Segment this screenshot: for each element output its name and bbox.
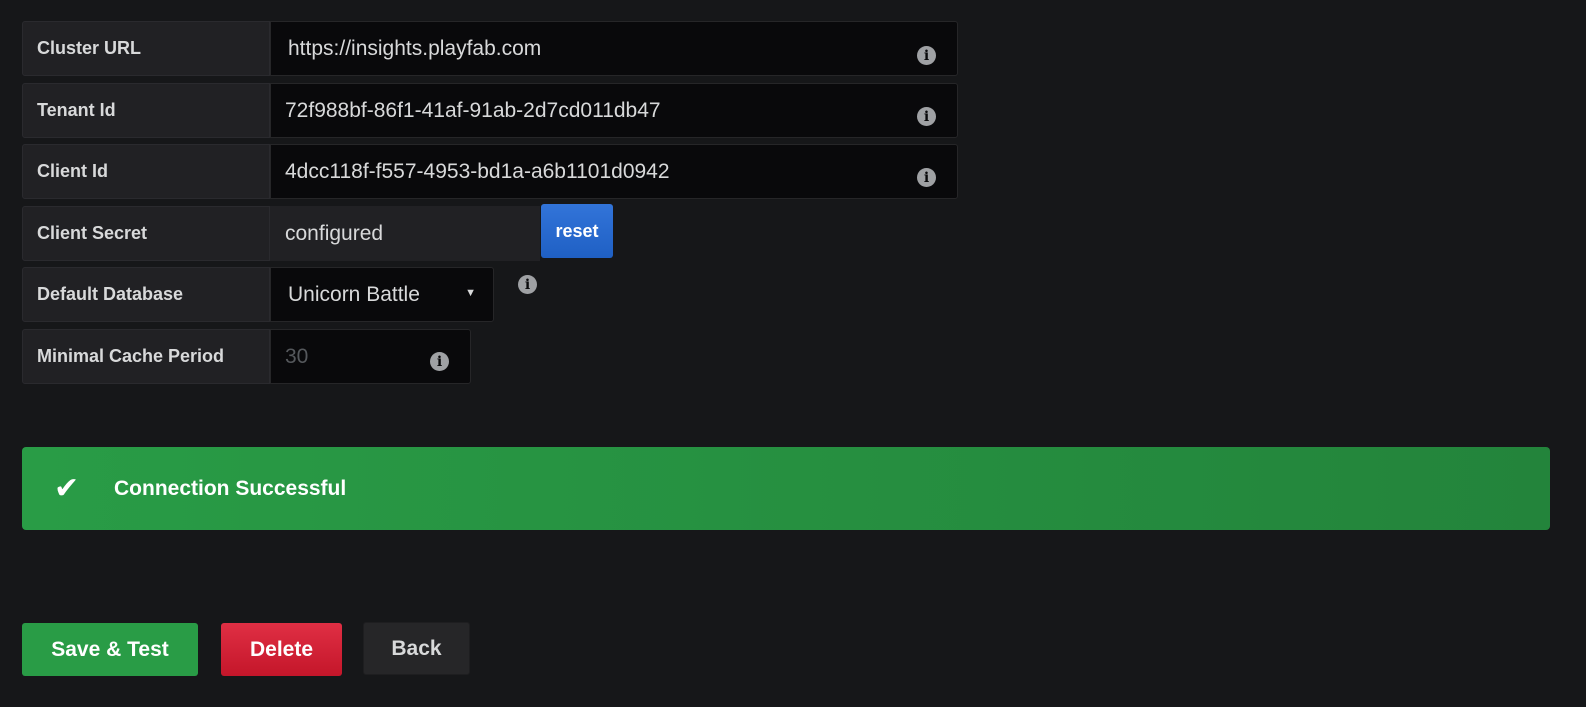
client-secret-input: configured — [270, 206, 540, 261]
client-secret-value: configured — [285, 221, 384, 245]
tenant-id-value: 72f988bf-86f1-41af-91ab-2d7cd011db47 — [285, 98, 661, 122]
delete-button[interactable]: Delete — [221, 623, 342, 676]
default-database-label: Default Database — [22, 267, 270, 322]
info-icon[interactable]: i — [518, 275, 537, 294]
caret-down-icon: ▼ — [465, 287, 476, 299]
info-icon[interactable]: i — [430, 352, 449, 371]
client-id-row: Client Id 4dcc118f-f557-4953-bd1a-a6b110… — [22, 144, 958, 199]
client-id-value: 4dcc118f-f557-4953-bd1a-a6b1101d0942 — [285, 159, 670, 183]
save-test-button[interactable]: Save & Test — [22, 623, 198, 676]
tenant-id-row: Tenant Id 72f988bf-86f1-41af-91ab-2d7cd0… — [22, 83, 958, 138]
min-cache-period-placeholder: 30 — [285, 344, 309, 368]
default-database-select[interactable]: Unicorn Battle ▼ — [270, 267, 494, 322]
min-cache-period-row: Minimal Cache Period 30 i — [22, 329, 471, 384]
min-cache-period-label: Minimal Cache Period — [22, 329, 270, 384]
default-database-row: Default Database Unicorn Battle ▼ — [22, 267, 494, 322]
info-icon[interactable]: i — [917, 168, 936, 187]
min-cache-period-input[interactable]: 30 i — [270, 329, 471, 384]
client-secret-label: Client Secret — [22, 206, 270, 261]
cluster-url-row: Cluster URL https://insights.playfab.com… — [22, 21, 958, 76]
cluster-url-input[interactable]: https://insights.playfab.com i — [270, 21, 958, 76]
check-icon: ✔ — [54, 472, 80, 505]
cluster-url-value: https://insights.playfab.com — [288, 36, 542, 60]
client-id-input[interactable]: 4dcc118f-f557-4953-bd1a-a6b1101d0942 i — [270, 144, 958, 199]
client-secret-row: Client Secret configured — [22, 206, 540, 261]
default-database-value: Unicorn Battle — [288, 282, 420, 306]
tenant-id-input[interactable]: 72f988bf-86f1-41af-91ab-2d7cd011db47 i — [270, 83, 958, 138]
client-id-label: Client Id — [22, 144, 270, 199]
alert-text: Connection Successful — [114, 476, 347, 500]
cluster-url-label: Cluster URL — [22, 21, 270, 76]
tenant-id-label: Tenant Id — [22, 83, 270, 138]
info-icon[interactable]: i — [917, 46, 936, 65]
info-icon[interactable]: i — [917, 107, 936, 126]
connection-success-alert: ✔ Connection Successful — [22, 447, 1550, 530]
back-button[interactable]: Back — [363, 622, 470, 675]
reset-button[interactable]: reset — [541, 204, 613, 258]
